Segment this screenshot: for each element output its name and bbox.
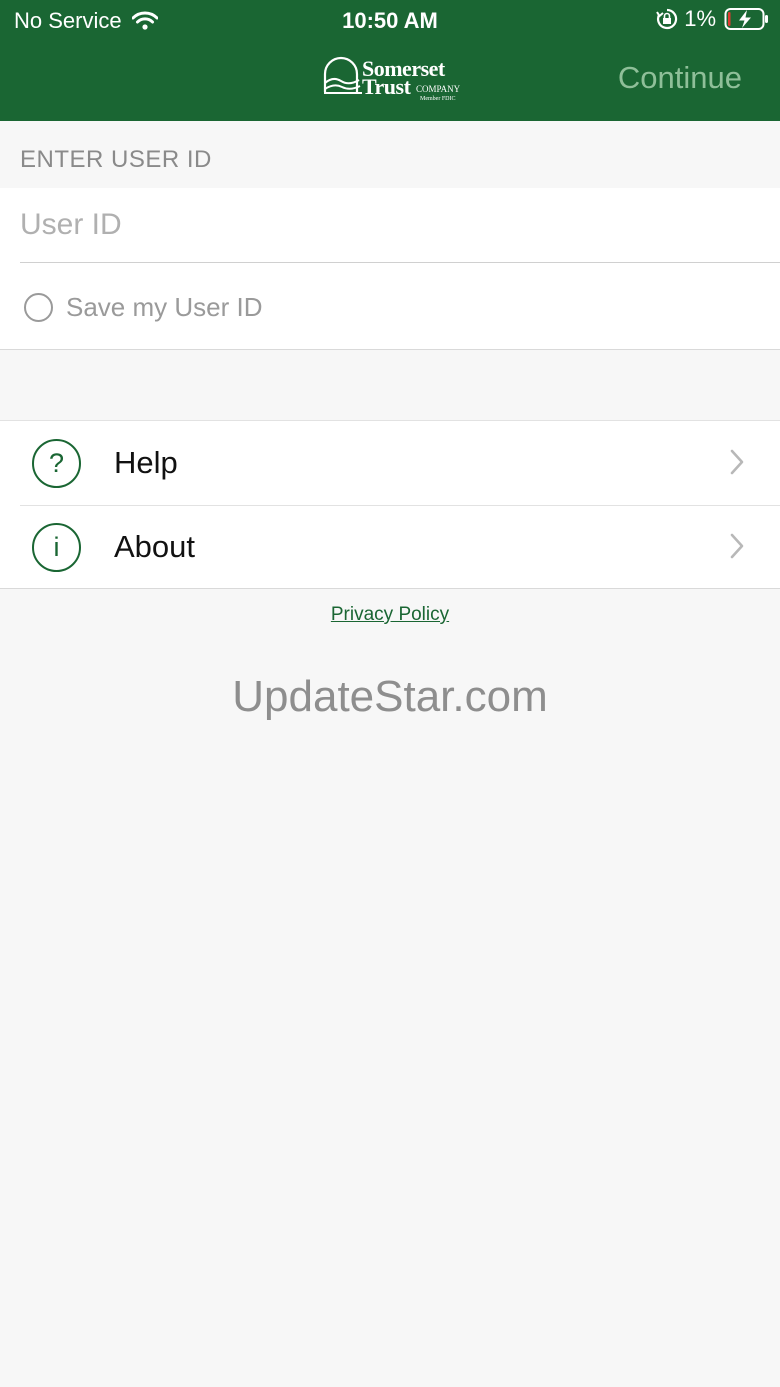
watermark-text: UpdateStar.com [232, 672, 548, 721]
battery-charging-icon [724, 8, 768, 30]
battery-percent: 1% [684, 6, 716, 31]
question-icon: ? [32, 439, 81, 488]
menu-item-about[interactable]: i About [0, 505, 780, 589]
app-header: No Service 10:50 AM 1% Somerset Trust CO… [0, 0, 780, 121]
logo-fdic: Member FDIC [420, 96, 456, 102]
somerset-trust-logo: Somerset Trust COMPANY Member FDIC [322, 54, 462, 106]
enter-user-id-heading: ENTER USER ID [20, 146, 212, 173]
orientation-lock-icon [656, 8, 678, 30]
menu-item-label: Help [114, 445, 178, 480]
status-right: 1% [656, 6, 770, 32]
chevron-right-icon [730, 449, 744, 475]
logo-line2: Trust [362, 74, 411, 99]
info-icon: i [32, 523, 81, 572]
menu-list: ? Help i About [0, 420, 780, 589]
menu-item-label: About [114, 529, 196, 564]
privacy-policy-link[interactable]: Privacy Policy [0, 604, 780, 626]
continue-button[interactable]: Continue [618, 60, 742, 96]
user-id-card: Save my User ID [0, 188, 780, 350]
logo-company: COMPANY [416, 84, 461, 94]
save-user-id-label: Save my User ID [66, 292, 263, 322]
status-bar: No Service 10:50 AM 1% [0, 0, 780, 40]
save-user-id-radio[interactable] [24, 293, 53, 322]
user-id-input[interactable] [20, 188, 780, 263]
menu-item-help[interactable]: ? Help [0, 421, 780, 505]
chevron-right-icon [730, 533, 744, 559]
logo-mark-icon [323, 56, 362, 94]
save-user-id-toggle[interactable]: Save my User ID [24, 292, 263, 323]
